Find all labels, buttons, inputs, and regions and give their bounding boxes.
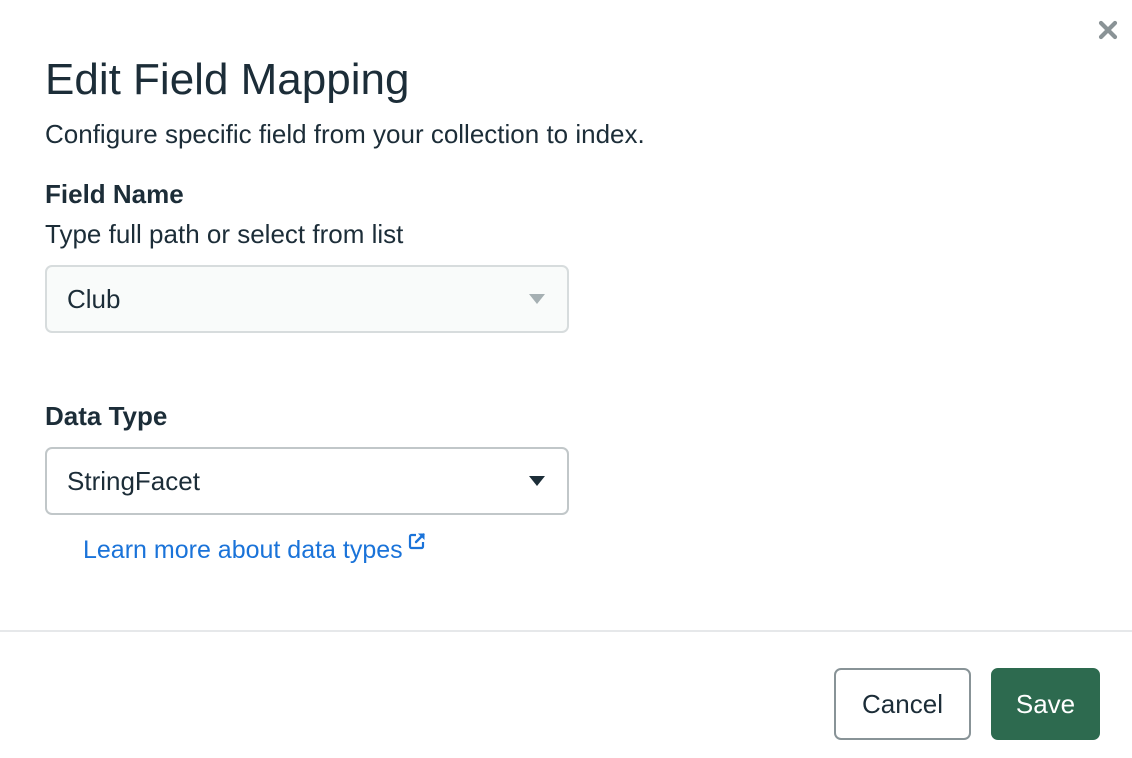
field-name-combobox[interactable]: Club <box>45 265 569 333</box>
edit-field-mapping-modal: Edit Field Mapping Configure specific fi… <box>0 0 1132 758</box>
caret-down-icon <box>529 294 545 304</box>
modal-title: Edit Field Mapping <box>45 55 410 104</box>
field-name-label: Field Name <box>45 179 184 209</box>
learn-more-data-types-link[interactable]: Learn more about data types <box>83 533 426 566</box>
close-icon <box>1098 20 1118 40</box>
cancel-button[interactable]: Cancel <box>834 668 971 740</box>
data-type-select[interactable]: StringFacet <box>45 447 569 515</box>
learn-more-link-text: Learn more about data types <box>83 536 403 564</box>
field-name-helper: Type full path or select from list <box>45 219 404 249</box>
close-button[interactable] <box>1094 16 1122 44</box>
field-name-value: Club <box>67 284 121 314</box>
data-type-value: StringFacet <box>67 466 200 496</box>
caret-down-icon <box>529 476 545 486</box>
external-link-icon <box>408 533 425 550</box>
save-button[interactable]: Save <box>991 668 1100 740</box>
modal-subtitle: Configure specific field from your colle… <box>45 119 645 149</box>
data-type-label: Data Type <box>45 401 168 431</box>
footer-divider <box>0 630 1132 632</box>
